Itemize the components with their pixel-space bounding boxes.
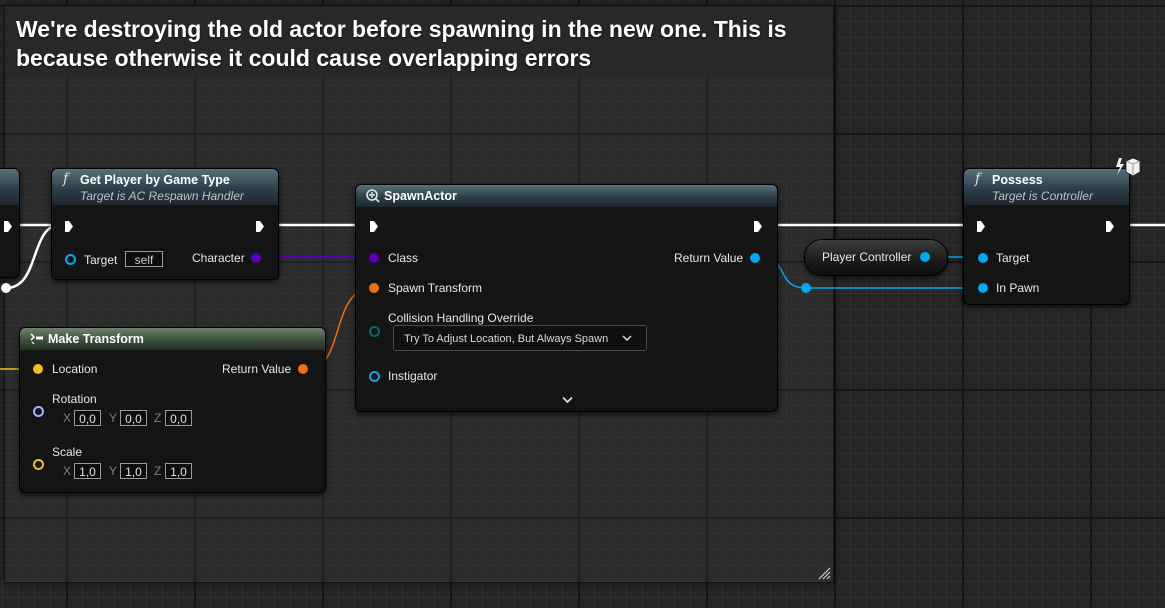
player-controller-node[interactable]: Player Controller (804, 239, 948, 276)
axis-y-label: Y (109, 411, 118, 425)
return-value-label: Return Value (674, 251, 744, 265)
node-subtitle: Target is AC Respawn Handler (80, 189, 244, 203)
collision-pin-icon[interactable] (369, 326, 380, 337)
node-title: SpawnActor (384, 189, 457, 203)
offscreen-node-header (0, 169, 19, 205)
target-label: Target (84, 253, 118, 267)
rotation-z-field[interactable]: 0,0 (165, 410, 192, 426)
node-subtitle: Target is Controller (992, 189, 1093, 203)
node-title: Make Transform (48, 332, 144, 346)
axis-x-label: X (63, 464, 72, 478)
return-value-label: Return Value (222, 362, 292, 376)
possess-node[interactable]: f Possess Target is Controller Target In… (963, 168, 1130, 305)
class-label: Class (388, 251, 419, 265)
scale-x-field[interactable]: 1,0 (74, 463, 101, 479)
make-transform-node[interactable]: Make Transform Location Return Value Rot… (19, 327, 326, 493)
exec-in-pin-icon[interactable] (369, 220, 379, 233)
reroute-exec-pin-icon[interactable] (1, 283, 11, 293)
rotation-x-field[interactable]: 0,0 (74, 410, 101, 426)
reroute-object-pin-icon[interactable] (801, 283, 811, 293)
exec-pin-icon[interactable] (3, 220, 13, 233)
scale-label: Scale (52, 445, 83, 459)
function-icon: f (63, 171, 69, 187)
axis-z-label: Z (154, 411, 162, 425)
make-struct-icon (30, 333, 43, 345)
in-pawn-label: In Pawn (996, 281, 1040, 295)
in-pawn-pin-icon[interactable] (978, 283, 988, 293)
collision-label: Collision Handling Override (388, 311, 534, 325)
axis-y-label: Y (109, 464, 118, 478)
scale-pin-icon[interactable] (33, 459, 44, 470)
possess-header: f Possess Target is Controller (964, 169, 1129, 205)
spawn-transform-pin-icon[interactable] (369, 283, 379, 293)
scale-z-field[interactable]: 1,0 (165, 463, 192, 479)
rotation-pin-icon[interactable] (33, 406, 44, 417)
spawn-transform-label: Spawn Transform (388, 281, 483, 295)
lightning-cube-icon (1116, 157, 1141, 177)
collision-dropdown[interactable]: Try To Adjust Location, But Always Spawn (393, 325, 647, 351)
scale-y-field[interactable]: 1,0 (120, 463, 147, 479)
get-player-header: f Get Player by Game Type Target is AC R… (52, 169, 278, 205)
location-label: Location (52, 362, 98, 376)
rotation-label: Rotation (52, 392, 97, 406)
target-pin-icon[interactable] (978, 253, 988, 263)
node-title: Get Player by Game Type (80, 173, 230, 187)
exec-in-pin-icon[interactable] (976, 220, 986, 233)
make-transform-header: Make Transform (20, 328, 325, 350)
axis-x-label: X (63, 411, 72, 425)
spawn-actor-header: SpawnActor (356, 185, 777, 207)
location-pin-icon[interactable] (33, 364, 43, 374)
instigator-pin-icon[interactable] (369, 371, 380, 382)
character-pin-icon[interactable] (251, 253, 261, 263)
return-value-pin-icon[interactable] (750, 253, 760, 263)
function-icon: f (975, 171, 981, 187)
player-controller-pin-icon[interactable] (920, 252, 930, 262)
exec-in-pin-icon[interactable] (64, 220, 74, 233)
node-title: Possess (992, 173, 1043, 187)
collision-value: Try To Adjust Location, But Always Spawn (404, 333, 609, 345)
exec-out-pin-icon[interactable] (1105, 220, 1115, 233)
player-controller-label: Player Controller (822, 250, 912, 264)
exec-out-pin-icon[interactable] (753, 220, 763, 233)
spawn-actor-node[interactable]: SpawnActor Class Return Value Spawn Tran… (355, 184, 778, 412)
axis-z-label: Z (154, 464, 162, 478)
class-pin-icon[interactable] (369, 253, 379, 263)
target-self-field[interactable]: self (125, 251, 163, 267)
return-value-pin-icon[interactable] (298, 364, 308, 374)
rotation-y-field[interactable]: 0,0 (120, 410, 147, 426)
offscreen-node[interactable] (0, 168, 20, 278)
target-pin-icon[interactable] (65, 254, 76, 265)
expand-chevron-icon[interactable] (562, 396, 573, 404)
exec-out-pin-icon[interactable] (255, 220, 265, 233)
instigator-label: Instigator (388, 369, 438, 383)
spawn-actor-icon (366, 189, 380, 203)
character-label: Character (192, 251, 245, 265)
get-player-node[interactable]: f Get Player by Game Type Target is AC R… (51, 168, 279, 280)
chevron-down-icon (622, 335, 632, 342)
target-label: Target (996, 251, 1030, 265)
